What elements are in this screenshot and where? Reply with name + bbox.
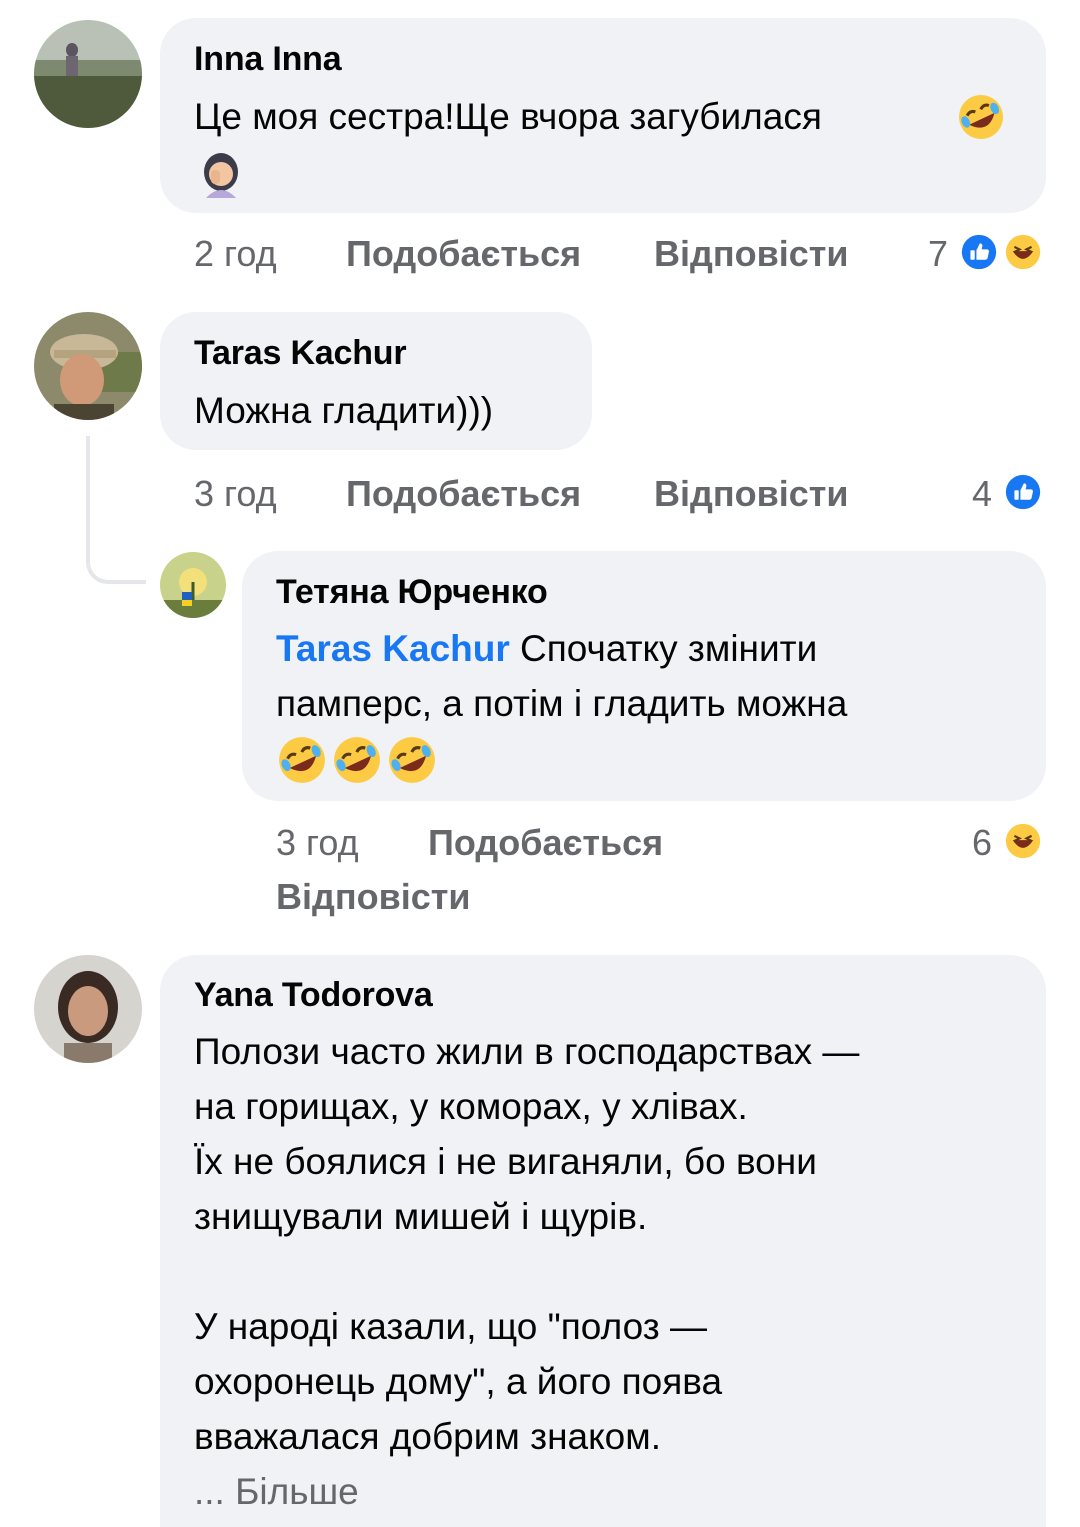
like-icon[interactable] bbox=[1002, 471, 1044, 513]
reply-button[interactable]: Відповісти bbox=[654, 233, 849, 275]
haha-icon[interactable] bbox=[1002, 820, 1044, 862]
like-button[interactable]: Подобається bbox=[346, 233, 581, 275]
like-button[interactable]: Подобається bbox=[428, 822, 663, 864]
rofl-emoji-icon bbox=[276, 734, 328, 786]
avatar-tetiana[interactable] bbox=[160, 552, 226, 618]
reply-text-line1: Taras Kachur Спочатку змінити bbox=[276, 621, 817, 676]
reply-author[interactable]: Тетяна Юрченко bbox=[276, 573, 548, 612]
comment-text-body: Це моя сестра!Ще вчора загубилася bbox=[194, 96, 822, 137]
reaction-count[interactable]: 4 bbox=[944, 473, 992, 515]
reply-button[interactable]: Відповісти bbox=[276, 876, 471, 918]
comment-text: Це моя сестра!Ще вчора загубилася bbox=[194, 89, 822, 144]
comment-text-line: У народі казали, що "полоз — bbox=[194, 1306, 707, 1347]
comment-text-line: на горищах, у коморах, у хлівах. bbox=[194, 1086, 748, 1127]
reply-time[interactable]: 3 год bbox=[276, 822, 359, 864]
like-button[interactable]: Подобається bbox=[346, 473, 581, 515]
comment-time[interactable]: 2 год bbox=[194, 233, 277, 275]
rofl-emoji-icon bbox=[386, 734, 438, 786]
reply-thread-connector bbox=[86, 436, 146, 584]
comment-text-line: Полози часто жили в господарствах — bbox=[194, 1031, 860, 1072]
avatar-yana[interactable] bbox=[34, 955, 142, 1063]
reaction-count[interactable]: 6 bbox=[944, 822, 992, 864]
like-icon[interactable] bbox=[958, 231, 1000, 273]
avatar-inna[interactable] bbox=[34, 20, 142, 128]
comment-text-line: охоронець дому", а його поява bbox=[194, 1361, 723, 1402]
comment-text-line: вважалася добрим знаком. bbox=[194, 1416, 661, 1457]
comment-author[interactable]: Yana Todorova bbox=[194, 976, 433, 1015]
comment-author[interactable]: Taras Kachur bbox=[194, 334, 407, 373]
comment-text-line: Їх не боялися і не виганяли, бо вони bbox=[194, 1141, 817, 1182]
comment-author[interactable]: Inna Inna bbox=[194, 40, 342, 79]
haha-icon[interactable] bbox=[1002, 231, 1044, 273]
facepalm-emoji-icon bbox=[198, 150, 244, 198]
reaction-count[interactable]: 7 bbox=[900, 233, 948, 275]
comment-time[interactable]: 3 год bbox=[194, 473, 277, 515]
see-more-link[interactable]: ... Більше bbox=[194, 1464, 359, 1519]
avatar-taras[interactable] bbox=[34, 312, 142, 420]
comment-text: Можна гладити))) bbox=[194, 390, 494, 431]
comment-text-line: знищували мишей і щурів. bbox=[194, 1196, 648, 1237]
reply-button[interactable]: Відповісти bbox=[654, 473, 849, 515]
rofl-emoji-icon bbox=[331, 734, 383, 786]
reply-text-part: Спочатку змінити bbox=[520, 628, 818, 669]
reply-text-line2: памперс, а потім і гладить можна bbox=[276, 683, 848, 724]
mention-link[interactable]: Taras Kachur bbox=[276, 628, 510, 669]
rofl-emoji-icon bbox=[956, 92, 1006, 142]
comments-thread: Inna Inna Це моя сестра!Ще вчора загубил… bbox=[0, 0, 1080, 1527]
